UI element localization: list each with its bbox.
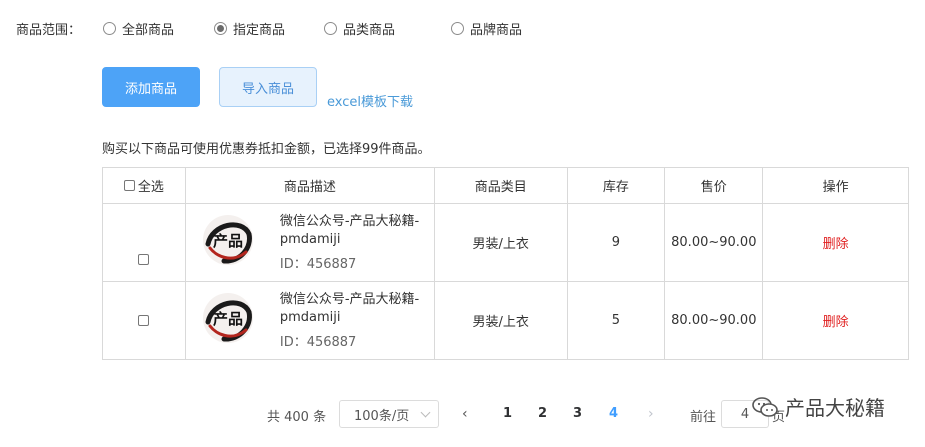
select-all-label: 全选 <box>137 180 164 195</box>
page-4-current[interactable]: 4 <box>609 406 618 421</box>
select-all-checkbox[interactable] <box>123 180 135 191</box>
radio-circle-selected[interactable] <box>214 21 227 35</box>
radio-label: 全部商品 <box>122 22 175 38</box>
radio-category-products[interactable]: 品类商品 <box>324 18 395 38</box>
product-id: ID：456887 <box>279 257 357 272</box>
product-category: 男装/上衣 <box>433 281 568 360</box>
row-checkbox[interactable] <box>138 254 150 265</box>
radio-label: 指定商品 <box>233 22 286 38</box>
table-header-row: 全选 商品描述 商品类目 库存 售价 操作 <box>102 167 909 204</box>
page-2[interactable]: 2 <box>538 406 547 421</box>
page-1[interactable]: 1 <box>503 406 512 421</box>
pagination-total: 共 400 条 <box>267 410 327 425</box>
wechat-icon <box>752 396 778 417</box>
excel-template-download-link[interactable]: excel模板下载 <box>327 91 413 110</box>
product-price: 80.00~90.00 <box>664 203 764 282</box>
row-checkbox[interactable] <box>138 315 150 326</box>
product-scope-row: 商品范围： <box>16 18 102 38</box>
header-desc: 商品描述 <box>184 167 435 204</box>
page-size-value: 100条/页 <box>354 408 410 424</box>
next-page-icon[interactable]: › <box>648 406 654 422</box>
product-stock: 9 <box>566 203 666 282</box>
radio-circle[interactable] <box>103 21 116 35</box>
page-size-select[interactable]: 100条/页 <box>339 400 439 428</box>
product-price: 80.00~90.00 <box>664 281 764 360</box>
selection-notice: 购买以下商品可使用优惠券抵扣金额，已选择99件商品。 <box>102 142 431 157</box>
chevron-down-icon <box>420 407 431 418</box>
product-desc-cell: 产品 微信公众号-产品大秘籍-pmdamiji ID：456887 <box>184 203 435 282</box>
product-thumbnail-icon: 产品 <box>202 215 253 265</box>
product-category: 男装/上衣 <box>433 203 568 282</box>
radio-circle[interactable] <box>324 21 337 35</box>
scope-label: 商品范围： <box>16 22 82 38</box>
operation-cell: 删除 <box>762 203 909 282</box>
header-category: 商品类目 <box>433 167 568 204</box>
table-row: 产品 微信公众号-产品大秘籍-pmdamiji ID：456887 男装/上衣 … <box>102 203 909 282</box>
row-select-cell[interactable] <box>102 203 186 282</box>
watermark-text: 产品大秘籍 <box>785 396 885 420</box>
product-thumbnail-icon: 产品 <box>202 293 253 343</box>
import-product-button[interactable]: 导入商品 <box>219 67 317 107</box>
page-3[interactable]: 3 <box>573 406 582 421</box>
radio-label: 品牌商品 <box>470 22 523 38</box>
add-product-button[interactable]: 添加商品 <box>102 67 200 107</box>
delete-link[interactable]: 删除 <box>823 237 849 252</box>
radio-specified-products[interactable]: 指定商品 <box>214 18 285 38</box>
header-stock: 库存 <box>566 167 666 204</box>
header-select-all[interactable]: 全选 <box>102 167 186 204</box>
header-price: 售价 <box>664 167 764 204</box>
radio-all-products[interactable]: 全部商品 <box>103 18 174 38</box>
goto-label: 前往 <box>690 410 717 425</box>
product-name: 微信公众号-产品大秘籍-pmdamiji <box>279 292 420 325</box>
product-table: 全选 商品描述 商品类目 库存 售价 操作 产品 微信公众号-产品大秘籍-pmd… <box>102 167 909 360</box>
row-select-cell[interactable] <box>102 281 186 360</box>
radio-circle[interactable] <box>451 21 464 35</box>
radio-brand-products[interactable]: 品牌商品 <box>451 18 522 38</box>
thumb-text: 产品 <box>213 310 243 328</box>
thumb-text: 产品 <box>213 232 243 250</box>
delete-link[interactable]: 删除 <box>823 315 849 330</box>
radio-label: 品类商品 <box>343 22 396 38</box>
prev-page-icon[interactable]: ‹ <box>462 406 468 422</box>
product-desc-cell: 产品 微信公众号-产品大秘籍-pmdamiji ID：456887 <box>184 281 435 360</box>
header-operation: 操作 <box>762 167 909 204</box>
product-stock: 5 <box>566 281 666 360</box>
table-row: 产品 微信公众号-产品大秘籍-pmdamiji ID：456887 男装/上衣 … <box>102 281 909 360</box>
watermark: 产品大秘籍 <box>751 392 885 421</box>
operation-cell: 删除 <box>762 281 909 360</box>
product-id: ID：456887 <box>279 335 357 350</box>
product-name: 微信公众号-产品大秘籍-pmdamiji <box>279 214 420 247</box>
